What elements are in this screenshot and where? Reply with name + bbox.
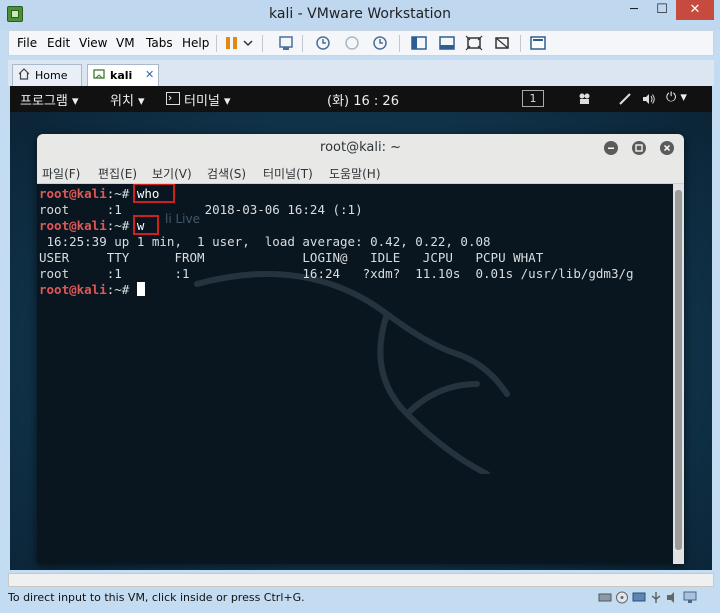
terminal-line-w-columns: USER TTY FROM LOGIN@ IDLE JCPU PCPU WHAT — [39, 250, 544, 265]
power-menu[interactable]: ⏻ ▾ — [666, 90, 687, 105]
prompt-user: root@kali — [39, 218, 107, 233]
terminal-app-icon — [166, 92, 180, 105]
cd-rom-icon[interactable] — [615, 591, 629, 604]
scrollbar-thumb[interactable] — [675, 190, 682, 550]
prompt-path: :~# — [106, 282, 137, 297]
maximize-icon — [635, 144, 643, 152]
panel-clock[interactable]: (화) 16 : 26 — [327, 90, 399, 109]
pause-icon[interactable] — [222, 34, 242, 52]
toolbar-separator — [520, 35, 521, 52]
terminal-scrollbar[interactable] — [673, 184, 684, 564]
toolbar-separator — [262, 35, 263, 52]
toolbar-separator — [399, 35, 400, 52]
status-text: To direct input to this VM, click inside… — [8, 591, 305, 604]
menu-view[interactable]: View — [79, 36, 107, 50]
terminal-menu-terminal[interactable]: 터미널(T) — [263, 165, 313, 182]
close-icon — [663, 144, 671, 152]
highlight-box-who — [133, 184, 175, 203]
preferences-view-icon[interactable] — [528, 34, 548, 52]
pen-icon[interactable] — [618, 92, 632, 106]
full-screen-icon[interactable] — [464, 34, 484, 52]
menu-edit[interactable]: Edit — [47, 36, 70, 50]
volume-icon[interactable] — [642, 92, 656, 106]
revert-snapshot-icon[interactable] — [342, 34, 362, 52]
gnome-top-panel: 프로그램 ▾ 위치 ▾ 터미널 ▾ (화) 16 : 26 1 ⏻ ▾ — [10, 86, 712, 112]
menu-help[interactable]: Help — [182, 36, 209, 50]
terminal-close-button[interactable] — [660, 141, 674, 155]
display-icon[interactable] — [683, 591, 697, 604]
terminal-menu-edit[interactable]: 편집(E) — [98, 165, 137, 182]
terminal-menu-help[interactable]: 도움말(H) — [329, 165, 381, 182]
hard-disk-icon[interactable] — [598, 591, 612, 604]
prompt-user: root@kali — [39, 186, 107, 201]
terminal-menu-search[interactable]: 검색(S) — [207, 165, 246, 182]
prompt-user: root@kali — [39, 282, 107, 297]
toolbar-separator — [302, 35, 303, 52]
vmware-window: kali - VMware Workstation ─ ☐ ✕ File Edi… — [0, 0, 720, 613]
minimize-button[interactable]: ─ — [620, 0, 648, 20]
terminal-menu-view[interactable]: 보기(V) — [152, 165, 192, 182]
tab-kali-label: kali — [110, 69, 133, 82]
usb-icon[interactable] — [649, 591, 663, 604]
terminal-title: root@kali: ~ — [320, 140, 401, 155]
tab-home[interactable]: Home — [12, 64, 82, 86]
toolbar-separator — [216, 35, 217, 52]
network-icon[interactable] — [632, 591, 646, 604]
video-camera-icon[interactable] — [578, 92, 592, 106]
send-ctrl-alt-del-icon[interactable] — [276, 34, 296, 52]
console-view-icon[interactable] — [437, 34, 457, 52]
terminal-menu-file[interactable]: 파일(F) — [42, 165, 80, 182]
tab-kali[interactable]: kali ✕ — [87, 64, 159, 86]
terminal-menubar: 파일(F) 편집(E) 보기(V) 검색(S) 터미널(T) 도움말(H) — [37, 162, 684, 184]
library-view-icon[interactable] — [409, 34, 429, 52]
unity-icon[interactable] — [492, 34, 512, 52]
menu-vm[interactable]: VM — [116, 36, 135, 50]
snapshot-icon[interactable] — [313, 34, 333, 52]
tab-home-label: Home — [35, 69, 68, 82]
terminal-minimize-button[interactable] — [604, 141, 618, 155]
terminal-line-prompt-w: root@kali:~# w — [39, 218, 144, 233]
menu-tabs[interactable]: Tabs — [146, 36, 173, 50]
workspace-indicator[interactable]: 1 — [522, 90, 544, 107]
terminal-body[interactable]: li Live root@kali:~# who root :1 2018-03… — [37, 184, 673, 564]
close-button[interactable]: ✕ — [676, 0, 714, 20]
minimize-icon — [608, 147, 614, 149]
menu-toolbar: File Edit View VM Tabs Help — [8, 30, 714, 56]
guest-display[interactable]: 프로그램 ▾ 위치 ▾ 터미널 ▾ (화) 16 : 26 1 ⏻ ▾ root… — [10, 86, 712, 570]
maximize-button[interactable]: ☐ — [648, 0, 676, 20]
snapshot-manager-icon[interactable] — [370, 34, 390, 52]
horizontal-scrollbar[interactable] — [8, 573, 714, 587]
places-menu[interactable]: 위치 ▾ — [110, 90, 145, 109]
status-bar: To direct input to this VM, click inside… — [0, 573, 720, 613]
terminal-app-menu[interactable]: 터미널 ▾ — [184, 90, 231, 109]
terminal-window: root@kali: ~ 파일(F) 편집(E) 보기(V) 검색(S) 터미널… — [37, 134, 684, 564]
terminal-line-prompt-current: root@kali:~# — [39, 282, 145, 297]
vm-icon — [93, 69, 105, 79]
terminal-titlebar: root@kali: ~ — [37, 134, 684, 162]
highlight-box-w — [133, 215, 159, 235]
text-cursor — [136, 282, 145, 296]
chevron-down-icon[interactable] — [242, 34, 254, 52]
tab-close-icon[interactable]: ✕ — [145, 65, 154, 85]
terminal-line-who-output: root :1 2018-03-06 16:24 (:1) — [39, 202, 363, 217]
tab-bar: Home kali ✕ — [8, 60, 714, 86]
terminal-line-w-row: root :1 :1 16:24 ?xdm? 11.10s 0.01s /usr… — [39, 266, 634, 281]
menu-file[interactable]: File — [17, 36, 37, 50]
applications-menu[interactable]: 프로그램 ▾ — [20, 90, 79, 109]
terminal-maximize-button[interactable] — [632, 141, 646, 155]
window-title: kali - VMware Workstation — [269, 6, 451, 22]
home-icon — [18, 68, 30, 80]
terminal-line-w-header: 16:25:39 up 1 min, 1 user, load average:… — [39, 234, 491, 249]
title-bar: kali - VMware Workstation ─ ☐ ✕ — [0, 0, 720, 30]
sound-card-icon[interactable] — [666, 591, 680, 604]
